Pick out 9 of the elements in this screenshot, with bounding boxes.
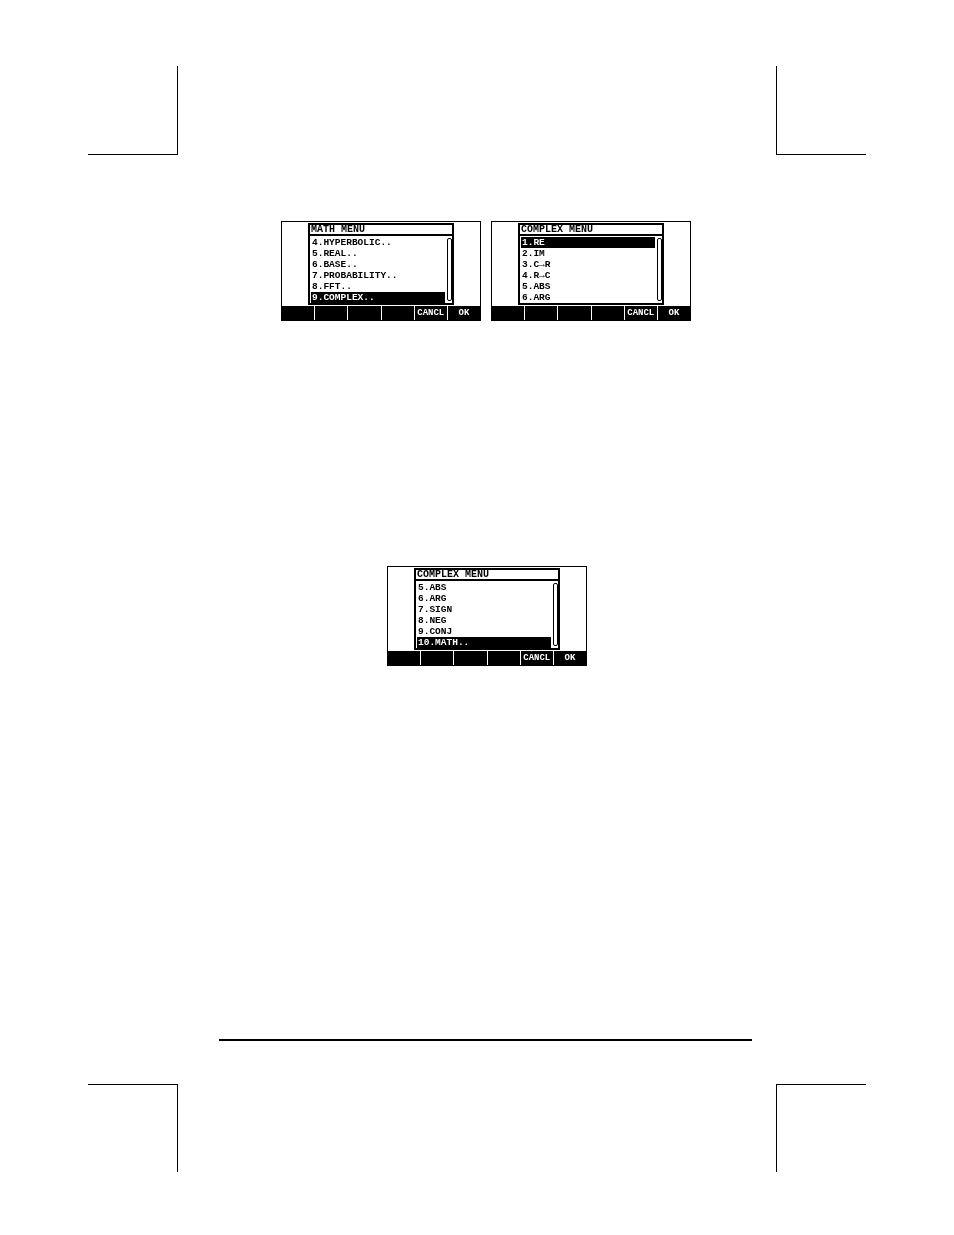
softkey[interactable]: CANCL: [623, 306, 657, 320]
softkey[interactable]: CANCL: [519, 651, 553, 665]
softkey[interactable]: CANCL: [413, 306, 447, 320]
menu-title: MATH MENU: [311, 225, 365, 234]
menu-item[interactable]: 1.RE: [521, 237, 655, 248]
menu-title: COMPLEX MENU: [521, 225, 593, 234]
menu-item[interactable]: 10.MATH..: [417, 637, 551, 648]
menu-title: COMPLEX MENU: [417, 570, 489, 579]
menu-item[interactable]: 9.COMPLEX..: [311, 292, 445, 303]
